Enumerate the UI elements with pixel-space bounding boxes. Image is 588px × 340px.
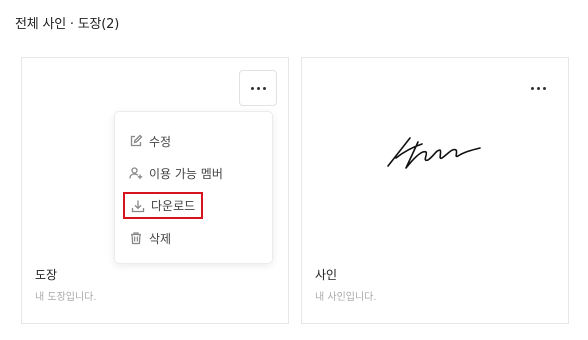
more-icon — [530, 86, 546, 90]
add-user-icon — [129, 167, 143, 179]
trash-icon — [131, 232, 141, 245]
more-options-button[interactable] — [239, 70, 277, 106]
menu-item-label: 이용 가능 멤버 — [149, 166, 223, 181]
card-description: 내 사인입니다. — [315, 292, 377, 303]
more-icon — [250, 86, 266, 90]
card-description: 내 도장입니다. — [35, 292, 97, 303]
card-title: 사인 — [315, 268, 338, 282]
options-menu: 수정 이용 가능 멤버 다운로드 삭제 — [114, 111, 273, 264]
menu-item-label: 수정 — [149, 134, 172, 149]
menu-item-members[interactable]: 이용 가능 멤버 — [123, 160, 229, 186]
menu-item-label: 삭제 — [149, 231, 172, 246]
download-icon — [131, 200, 145, 212]
card-title: 도장 — [35, 268, 58, 282]
signature-image — [387, 137, 481, 169]
menu-item-download[interactable]: 다운로드 — [123, 192, 204, 219]
menu-item-edit[interactable]: 수정 — [123, 128, 177, 154]
menu-item-delete[interactable]: 삭제 — [123, 225, 177, 251]
signature-card[interactable]: 사인 내 사인입니다. — [301, 57, 569, 324]
page-title: 전체 사인 · 도장(2) — [15, 17, 120, 32]
edit-icon — [130, 134, 143, 147]
menu-item-label: 다운로드 — [151, 199, 196, 213]
more-options-button[interactable] — [519, 70, 557, 106]
